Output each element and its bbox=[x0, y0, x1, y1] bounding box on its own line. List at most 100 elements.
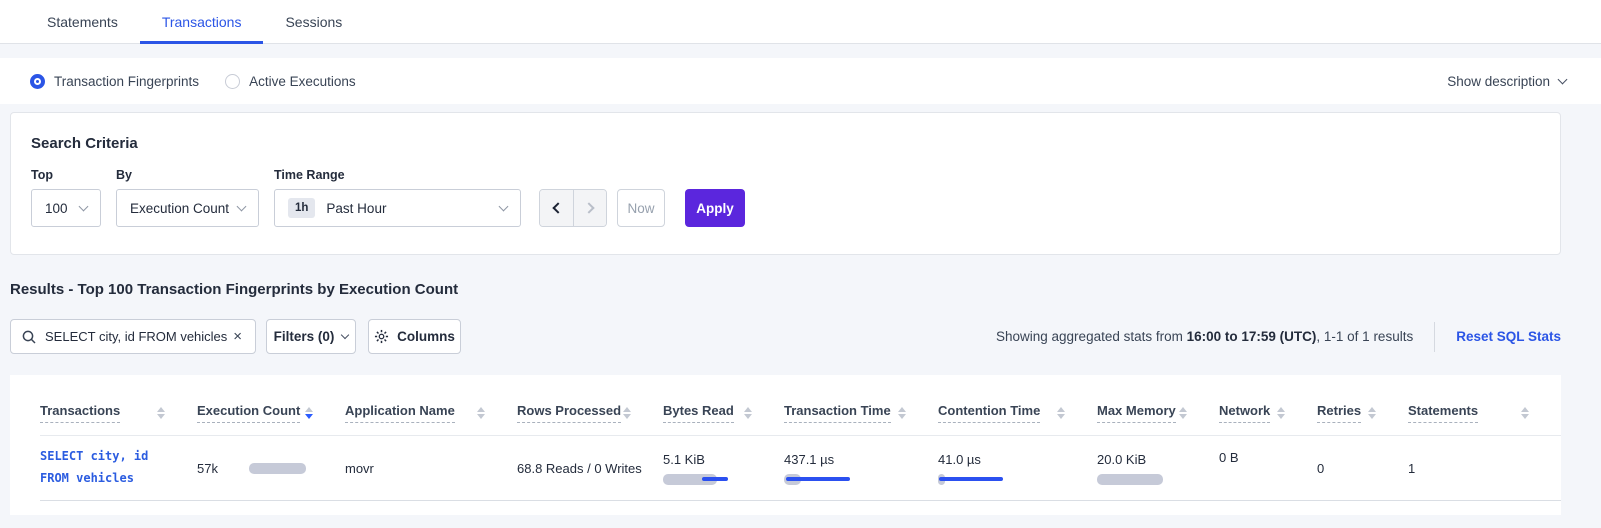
table-row: SELECT city, id FROM vehicles 57k movr 6… bbox=[40, 435, 1561, 501]
cell-rows-processed: 68.8 Reads / 0 Writes bbox=[517, 461, 663, 476]
sort-icon[interactable] bbox=[898, 407, 906, 419]
execution-count-bar bbox=[249, 463, 306, 474]
now-button[interactable]: Now bbox=[617, 189, 665, 227]
sql-search-box[interactable]: × bbox=[10, 319, 256, 354]
cell-network: 0 B bbox=[1219, 436, 1317, 465]
top-value: 100 bbox=[45, 201, 68, 216]
results-controls: × Filters (0) Columns Showing aggregated… bbox=[10, 319, 1561, 354]
tab-sessions[interactable]: Sessions bbox=[263, 2, 364, 43]
by-field: By Execution Count bbox=[116, 168, 274, 227]
radio-label: Transaction Fingerprints bbox=[54, 74, 199, 89]
sort-icon[interactable] bbox=[1179, 407, 1187, 419]
search-icon bbox=[22, 330, 36, 344]
sort-icon-active[interactable] bbox=[305, 407, 313, 419]
contention-time-bar bbox=[938, 474, 1008, 485]
search-input[interactable] bbox=[45, 329, 231, 344]
show-description-label: Show description bbox=[1447, 74, 1550, 89]
main-content: Search Criteria Top 100 By Execution Cou… bbox=[10, 112, 1561, 515]
search-criteria-title: Search Criteria bbox=[31, 135, 1540, 152]
col-header-transactions: Transactions bbox=[40, 403, 197, 435]
transaction-time-bar bbox=[784, 474, 854, 485]
view-radio-group: Transaction Fingerprints Active Executio… bbox=[30, 74, 356, 89]
cell-application-name: movr bbox=[345, 461, 517, 476]
reset-sql-stats-link[interactable]: Reset SQL Stats bbox=[1456, 329, 1561, 344]
chevron-down-icon bbox=[499, 201, 509, 211]
by-select[interactable]: Execution Count bbox=[116, 189, 259, 227]
divider bbox=[1434, 322, 1435, 352]
top-field: Top 100 bbox=[31, 168, 116, 227]
top-label: Top bbox=[31, 168, 116, 182]
table-header-row: Transactions Execution Count Application… bbox=[40, 375, 1561, 435]
tab-transactions[interactable]: Transactions bbox=[140, 2, 264, 43]
aggregated-stats-text: Showing aggregated stats from 16:00 to 1… bbox=[996, 329, 1413, 344]
results-table: Transactions Execution Count Application… bbox=[10, 375, 1561, 515]
gear-icon bbox=[374, 329, 389, 344]
radio-label: Active Executions bbox=[249, 74, 356, 89]
time-range-label: Time Range bbox=[274, 168, 521, 182]
cell-statements: 1 bbox=[1408, 461, 1561, 476]
bytes-read-bar bbox=[663, 474, 733, 485]
cell-execution-count: 57k bbox=[197, 461, 345, 476]
cell-transaction-time: 437.1 µs bbox=[784, 452, 938, 485]
by-label: By bbox=[116, 168, 274, 182]
sort-icon[interactable] bbox=[1277, 407, 1285, 419]
columns-label: Columns bbox=[397, 329, 455, 344]
clear-search-icon[interactable]: × bbox=[231, 328, 244, 345]
view-toggle-row: Transaction Fingerprints Active Executio… bbox=[0, 58, 1601, 104]
sort-icon[interactable] bbox=[623, 407, 631, 419]
col-header-application-name: Application Name bbox=[345, 403, 517, 435]
sort-icon[interactable] bbox=[157, 407, 165, 419]
time-range-field: Time Range 1h Past Hour bbox=[274, 168, 521, 227]
sort-icon[interactable] bbox=[1521, 407, 1529, 419]
col-header-execution-count: Execution Count bbox=[197, 403, 345, 435]
col-header-max-memory: Max Memory bbox=[1097, 403, 1219, 435]
sort-icon[interactable] bbox=[744, 407, 752, 419]
cell-contention-time: 41.0 µs bbox=[938, 452, 1097, 485]
chevron-right-icon bbox=[583, 202, 594, 213]
radio-transaction-fingerprints[interactable]: Transaction Fingerprints bbox=[30, 74, 199, 89]
sort-icon[interactable] bbox=[1368, 407, 1376, 419]
chevron-left-icon bbox=[552, 202, 563, 213]
cell-retries: 0 bbox=[1317, 461, 1408, 476]
top-select[interactable]: 100 bbox=[31, 189, 101, 227]
search-criteria-panel: Search Criteria Top 100 By Execution Cou… bbox=[10, 112, 1561, 255]
time-range-value: Past Hour bbox=[326, 201, 386, 216]
cell-transaction-fingerprint: SELECT city, id FROM vehicles bbox=[40, 446, 197, 489]
time-next-button[interactable] bbox=[573, 190, 606, 226]
col-header-bytes-read: Bytes Read bbox=[663, 403, 784, 435]
col-header-contention-time: Contention Time bbox=[938, 403, 1097, 435]
time-range-select[interactable]: 1h Past Hour bbox=[274, 189, 521, 227]
radio-selected-icon bbox=[30, 74, 45, 89]
show-description-toggle[interactable]: Show description bbox=[1447, 74, 1566, 89]
columns-button[interactable]: Columns bbox=[368, 319, 461, 354]
col-header-transaction-time: Transaction Time bbox=[784, 403, 938, 435]
time-prev-button[interactable] bbox=[540, 190, 573, 226]
chevron-down-icon bbox=[341, 331, 349, 339]
col-header-statements: Statements bbox=[1408, 403, 1561, 435]
radio-active-executions[interactable]: Active Executions bbox=[225, 74, 356, 89]
chevron-down-icon bbox=[1558, 74, 1568, 84]
time-nav-group bbox=[539, 189, 607, 227]
filters-button[interactable]: Filters (0) bbox=[266, 319, 356, 354]
col-header-rows-processed: Rows Processed bbox=[517, 403, 663, 435]
radio-unselected-icon bbox=[225, 74, 240, 89]
max-memory-bar bbox=[1097, 474, 1167, 485]
cell-bytes-read: 5.1 KiB bbox=[663, 452, 784, 485]
cell-max-memory: 20.0 KiB bbox=[1097, 452, 1219, 485]
filters-label: Filters (0) bbox=[274, 329, 335, 344]
results-heading: Results - Top 100 Transaction Fingerprin… bbox=[10, 281, 1561, 298]
col-header-network: Network bbox=[1219, 403, 1317, 435]
sort-icon[interactable] bbox=[477, 407, 485, 419]
results-meta: Showing aggregated stats from 16:00 to 1… bbox=[996, 322, 1561, 352]
by-value: Execution Count bbox=[130, 201, 229, 216]
chevron-down-icon bbox=[79, 201, 89, 211]
col-header-retries: Retries bbox=[1317, 403, 1408, 435]
tab-statements[interactable]: Statements bbox=[25, 2, 140, 43]
transaction-link[interactable]: SELECT city, id FROM vehicles bbox=[40, 446, 187, 489]
sort-icon[interactable] bbox=[1057, 407, 1065, 419]
apply-button[interactable]: Apply bbox=[685, 189, 745, 227]
chevron-down-icon bbox=[237, 201, 247, 211]
time-range-badge: 1h bbox=[288, 198, 315, 218]
page-tabbar: Statements Transactions Sessions bbox=[0, 0, 1601, 44]
search-criteria-controls: Top 100 By Execution Count Time Range 1h… bbox=[31, 168, 1540, 227]
